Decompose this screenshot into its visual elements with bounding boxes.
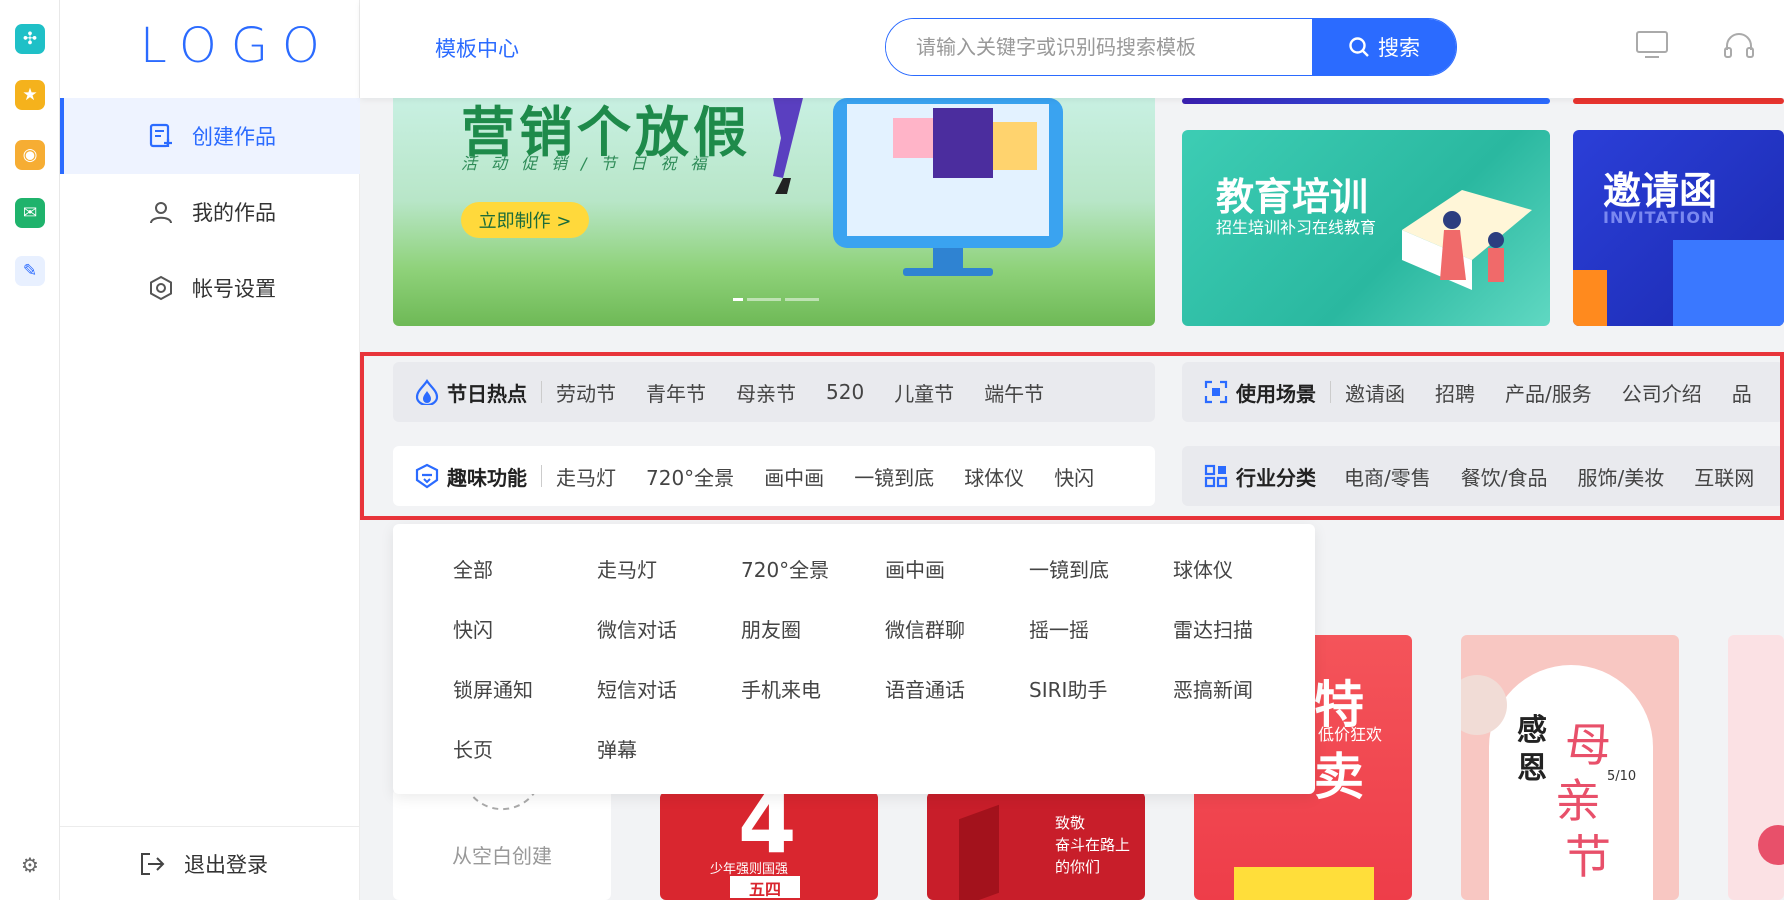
highlight-box <box>360 352 1784 520</box>
mail-icon[interactable]: ✉ <box>15 198 45 228</box>
template-card[interactable]: 致敬 奋斗在路上 的你们 <box>927 792 1145 900</box>
search-button-label: 搜索 <box>1378 36 1420 60</box>
template-text: 五四 <box>730 876 800 899</box>
search-icon <box>1349 37 1369 57</box>
card-title: 教育培训 <box>1216 175 1369 219</box>
template-text: 致敬 <box>1055 814 1086 832</box>
top-header: 模板中心 搜索 <box>360 0 1784 98</box>
card-subtitle: 招生培训补习在线教育 <box>1216 218 1377 237</box>
sidebar-item-label: 我的作品 <box>192 201 276 225</box>
template-card[interactable]: 4 少年强则国强 五四 <box>660 792 878 900</box>
dropdown-item[interactable]: 走马灯 <box>597 554 657 583</box>
search-button[interactable]: 搜索 <box>1312 19 1456 75</box>
template-card[interactable]: 感 恩 母 亲 节 5/10 <box>1461 635 1679 900</box>
fun-feature-dropdown: 全部 走马灯 720°全景 画中画 一镜到底 球体仪 快闪 微信对话 朋友圈 微… <box>393 524 1315 794</box>
tab-template-center[interactable]: 模板中心 <box>435 33 519 63</box>
blank-create-card[interactable]: 从空白创建 <box>393 777 611 900</box>
dropdown-item[interactable]: 快闪 <box>453 614 493 643</box>
template-decoration <box>1234 867 1374 900</box>
computer-illustration <box>833 98 1063 276</box>
dropdown-item[interactable]: 微信群聊 <box>885 614 965 643</box>
template-text: 恩 <box>1517 751 1547 786</box>
dropdown-item[interactable]: 微信对话 <box>597 614 677 643</box>
search-bar: 搜索 <box>885 18 1457 76</box>
dropdown-item[interactable]: 摇一摇 <box>1029 614 1089 643</box>
dropdown-item[interactable]: 恶搞新闻 <box>1173 674 1253 703</box>
doc-icon[interactable]: ✎ <box>15 256 45 286</box>
dropdown-item[interactable]: 朋友圈 <box>741 614 801 643</box>
dropdown-item[interactable]: 锁屏通知 <box>453 674 533 703</box>
headset-icon[interactable] <box>1722 30 1756 64</box>
sidebar-item-create[interactable]: 创建作品 <box>60 98 360 174</box>
dropdown-item[interactable]: 语音通话 <box>885 674 965 703</box>
template-card[interactable] <box>1728 635 1784 900</box>
sidebar-item-label: 帐号设置 <box>192 277 276 301</box>
card-invitation[interactable]: 邀请函 INVITATION <box>1573 130 1784 326</box>
template-text: 奋斗在路上 <box>1055 836 1131 854</box>
sidebar: LOGO 创建作品 我的作品 帐号设置 退出登录 <box>60 0 360 900</box>
logout-label: 退出登录 <box>184 852 268 877</box>
dropdown-item[interactable]: 全部 <box>453 554 493 583</box>
main-content: 营销个放假 活动促销/节日祝福 立即制作 > 教育培训 招生培训补习在线教育 邀… <box>360 98 1784 900</box>
template-decoration <box>959 804 999 900</box>
dropdown-item[interactable]: 短信对话 <box>597 674 677 703</box>
hero-banner[interactable]: 营销个放假 活动促销/节日祝福 立即制作 > <box>393 98 1155 326</box>
template-text: 节 <box>1565 830 1611 884</box>
card-decoration <box>1573 270 1607 326</box>
app-icon[interactable]: ✣ <box>15 24 45 54</box>
dropdown-item[interactable]: 一镜到底 <box>1029 554 1109 583</box>
template-text: 少年强则国强 <box>710 862 789 877</box>
settings-icon <box>150 275 172 301</box>
banner-subtitle: 活动促销/节日祝福 <box>461 154 721 173</box>
person-illustration <box>773 98 803 194</box>
template-text: 5/10 <box>1607 769 1637 784</box>
card-title: 邀请函 <box>1603 169 1718 213</box>
template-text: 低价狂欢 <box>1318 725 1383 744</box>
create-doc-icon <box>149 123 172 148</box>
book-illustration <box>1402 190 1532 290</box>
dropdown-item[interactable]: 画中画 <box>885 554 945 583</box>
dropdown-item[interactable]: 球体仪 <box>1173 554 1233 583</box>
dropdown-item[interactable]: 长页 <box>453 734 493 763</box>
dropdown-item[interactable]: 弹幕 <box>597 734 637 763</box>
logout-button[interactable]: 退出登录 <box>60 826 360 900</box>
weibo-icon[interactable]: ◉ <box>15 140 45 170</box>
search-input[interactable] <box>886 19 1312 75</box>
card-subtitle: INVITATION <box>1603 208 1716 227</box>
top-card-strip <box>1573 98 1784 104</box>
banner-create-button[interactable]: 立即制作 > <box>461 202 589 238</box>
sidebar-item-account-settings[interactable]: 帐号设置 <box>60 250 360 326</box>
top-card-strip <box>1182 98 1550 104</box>
carousel-dots[interactable] <box>733 298 819 301</box>
template-text: 的你们 <box>1055 858 1101 876</box>
logo[interactable]: LOGO <box>140 18 334 74</box>
user-icon <box>150 202 172 224</box>
blank-create-label: 从空白创建 <box>452 844 552 868</box>
card-education[interactable]: 教育培训 招生培训补习在线教育 <box>1182 130 1550 326</box>
app-rail: ✣ ★ ◉ ✉ ✎ ⚙ <box>0 0 60 900</box>
sidebar-item-my-works[interactable]: 我的作品 <box>60 174 360 250</box>
logout-icon <box>141 852 165 875</box>
sidebar-item-label: 创建作品 <box>192 125 276 149</box>
dropdown-item[interactable]: SIRI助手 <box>1029 674 1107 703</box>
star-icon[interactable]: ★ <box>15 80 45 110</box>
settings-icon[interactable]: ⚙ <box>15 850 45 880</box>
card-decoration <box>1673 240 1784 326</box>
flower-decoration <box>1758 825 1784 865</box>
dropdown-item[interactable]: 手机来电 <box>741 674 821 703</box>
monitor-icon[interactable] <box>1635 30 1669 60</box>
dropdown-item[interactable]: 雷达扫描 <box>1173 614 1253 643</box>
dropdown-item[interactable]: 720°全景 <box>741 554 829 583</box>
